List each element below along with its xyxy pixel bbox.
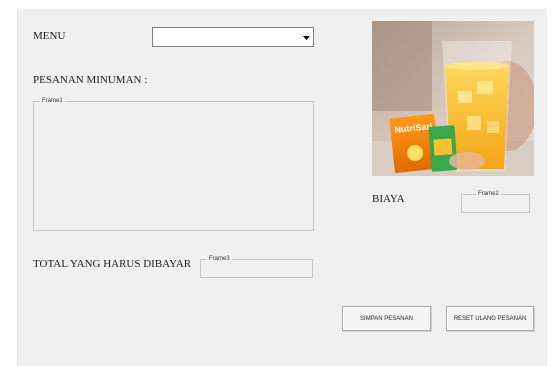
frame2-caption: Frame2: [476, 190, 501, 199]
drink-photo: NutriSari: [372, 21, 534, 176]
simpan-pesanan-button[interactable]: SIMPAN PESANAN: [342, 306, 431, 331]
frame1-caption: Frame1: [40, 97, 65, 106]
reset-ulang-pesanan-button[interactable]: RESET ULANG PESANAN: [446, 306, 534, 331]
chevron-down-icon[interactable]: [301, 33, 311, 43]
menu-label: MENU: [33, 30, 66, 42]
drink-photo-image: NutriSari: [372, 21, 534, 176]
frame3-caption: Frame3: [207, 255, 232, 264]
pesanan-minuman-label: PESANAN MINUMAN :: [33, 74, 148, 86]
total-label: TOTAL YANG HARUS DIBAYAR: [33, 258, 192, 270]
frame3: Frame3: [200, 255, 313, 278]
frame1: Frame1: [33, 97, 314, 231]
biaya-label: BIAYA: [372, 193, 405, 205]
frame2: Frame2: [461, 190, 530, 213]
menu-dropdown[interactable]: [152, 27, 314, 47]
